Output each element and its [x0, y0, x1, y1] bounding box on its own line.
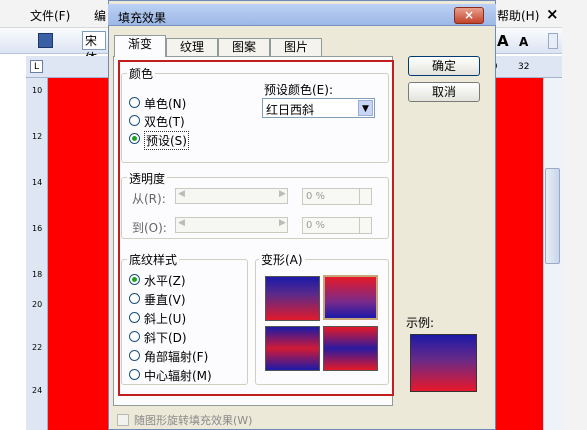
save-icon[interactable] [38, 33, 53, 48]
sample-label: 示例: [406, 316, 435, 330]
vruler-tick: 20 [32, 300, 43, 309]
ruler-tick-32: 32 [518, 62, 530, 72]
vruler-tick: 16 [32, 224, 43, 233]
font-name-box[interactable]: 宋体 [82, 31, 106, 65]
toolbar-options-icon[interactable] [548, 33, 558, 49]
vruler-tick: 12 [32, 132, 43, 141]
menu-file[interactable]: 文件(F) [30, 7, 70, 24]
dialog-close-button[interactable]: × [454, 7, 484, 24]
vruler-tick: 14 [32, 178, 43, 187]
vertical-ruler [26, 78, 48, 430]
sample-preview [410, 334, 477, 392]
window-edge [562, 0, 587, 430]
vruler-tick: 24 [32, 386, 43, 395]
menu-help[interactable]: 帮助(H) [497, 7, 539, 24]
grow-font-icon[interactable]: A [497, 32, 509, 50]
tab-stop-icon[interactable]: L [30, 60, 43, 73]
tab-picture[interactable]: 图片 [270, 38, 322, 56]
shrink-font-icon[interactable]: A [519, 35, 528, 49]
vruler-tick: 10 [32, 86, 43, 95]
tab-texture[interactable]: 纹理 [166, 38, 218, 56]
menu-edit[interactable]: 编 [94, 7, 106, 24]
dialog-titlebar[interactable] [108, 4, 496, 26]
cancel-button[interactable]: 取消 [408, 82, 480, 102]
close-icon: × [463, 8, 475, 22]
vruler-tick: 18 [32, 270, 43, 279]
app-close-icon[interactable]: × [546, 5, 559, 23]
rotate-fill-checkbox[interactable] [117, 414, 129, 426]
ok-button[interactable]: 确定 [408, 56, 480, 76]
tab-pattern[interactable]: 图案 [218, 38, 270, 56]
highlight-frame [118, 60, 394, 396]
tab-gradient[interactable]: 渐变 [114, 35, 166, 57]
rotate-fill-label: 随图形旋转填充效果(W) [134, 414, 253, 427]
scrollbar-thumb[interactable] [545, 168, 560, 264]
dialog-title: 填充效果 [118, 11, 167, 25]
vruler-tick: 22 [32, 343, 43, 352]
